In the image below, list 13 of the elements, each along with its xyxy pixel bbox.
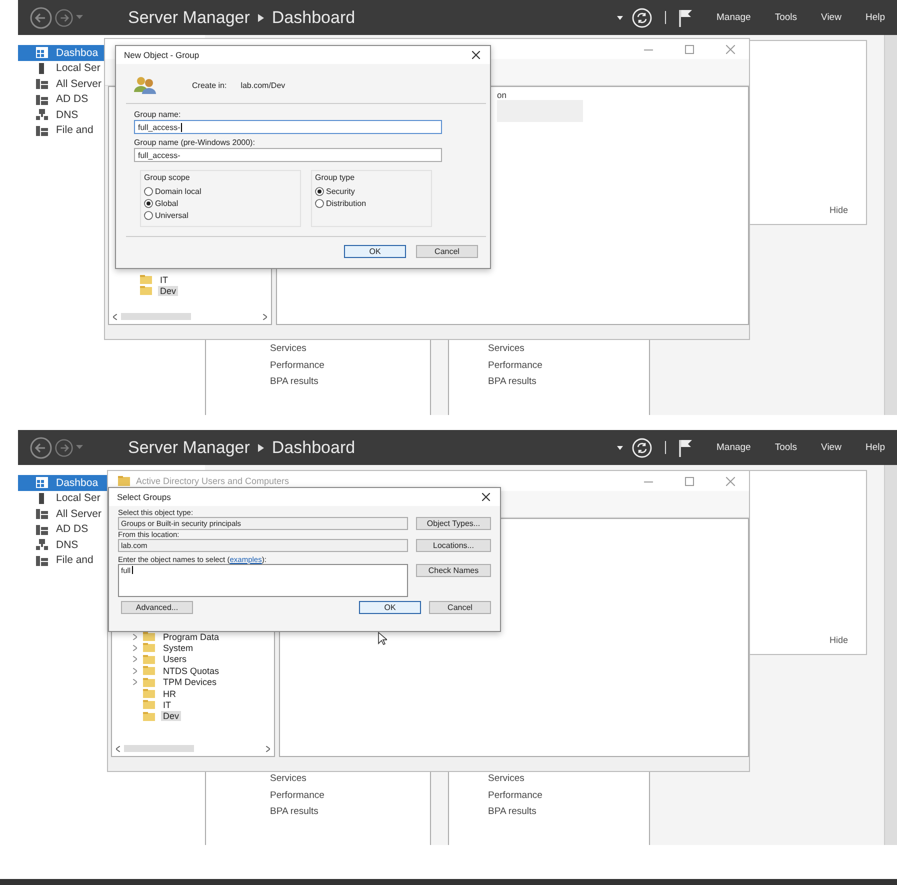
field-label: Group name:	[134, 110, 182, 119]
group-title: Group scope	[144, 173, 191, 182]
window-title: Active Directory Users and Computers	[136, 476, 290, 486]
dialog-title: New Object - Group	[124, 50, 200, 60]
create-in-path: lab.com/Dev	[240, 80, 286, 90]
app-title: Server Manager	[128, 438, 250, 458]
field-label: Group name (pre-Windows 2000):	[134, 138, 256, 147]
dialog-title: Select Groups	[117, 492, 171, 502]
group-title: Group type	[315, 173, 356, 182]
create-in-label: Create in:	[192, 80, 227, 90]
page-title: Dashboard	[272, 8, 356, 28]
app-title: Server Manager	[128, 8, 250, 28]
page-title: Dashboard	[272, 438, 356, 458]
